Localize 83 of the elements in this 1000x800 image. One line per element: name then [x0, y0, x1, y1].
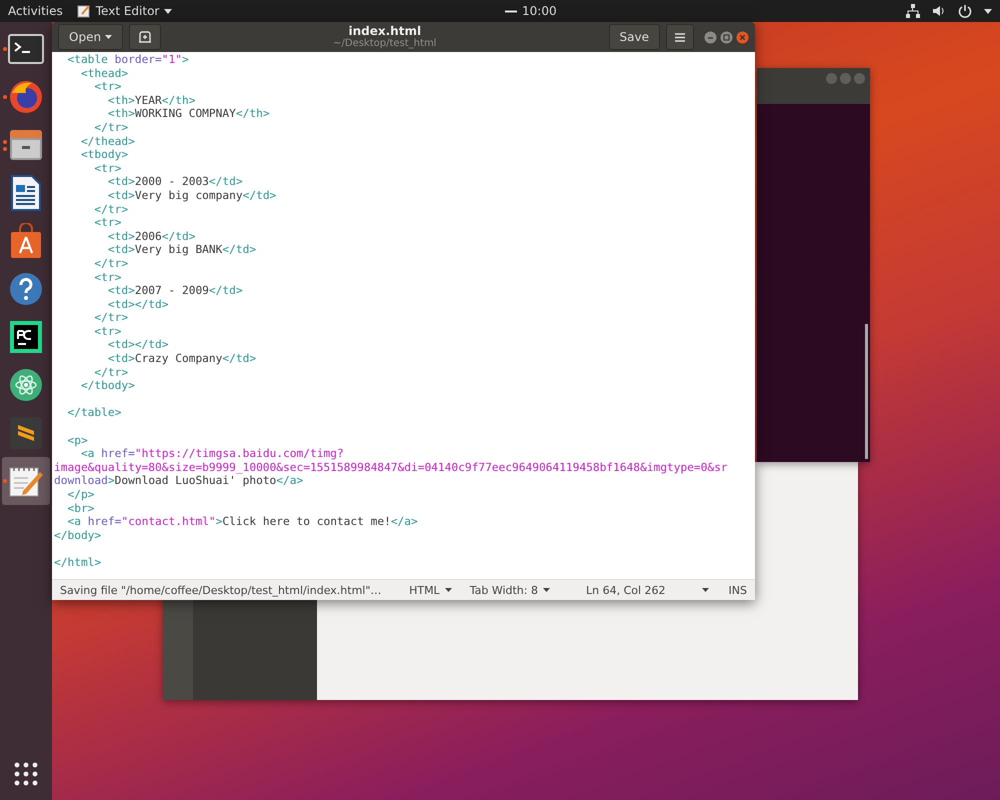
code-line: </tr> [93, 120, 128, 134]
tab-width-dropdown[interactable]: Tab Width: 8 [470, 584, 550, 596]
running-dot [3, 140, 7, 144]
code-line: <td>2007 - 2009</td> [106, 284, 243, 298]
new-tab-icon [138, 31, 152, 43]
code-line: <td>Very big BANK</td> [106, 243, 256, 256]
code-line: <td></td> [106, 338, 169, 352]
language-dropdown[interactable]: HTML [409, 584, 452, 596]
caret-icon [164, 8, 172, 14]
clock[interactable]: 10:00 [522, 4, 557, 18]
s-shape-icon [9, 416, 43, 450]
document-icon [11, 175, 41, 211]
code-line: <tr> [93, 216, 122, 230]
code-line: <th>WORKING COMPNAY</th> [106, 107, 270, 120]
insert-mode: INS [728, 584, 747, 596]
code-line: <th>YEAR</th> [106, 94, 196, 107]
code-line: <br> [66, 502, 94, 515]
scrollbar[interactable] [865, 324, 868, 459]
atom-icon [9, 368, 43, 402]
app-grid-icon[interactable] [14, 762, 38, 786]
cursor-position: Ln 64, Col 262 [586, 584, 666, 596]
code-line: </p> [66, 488, 94, 501]
terminal-icon [8, 34, 44, 64]
maximize-icon[interactable] [720, 30, 733, 44]
code-line: </tr> [93, 311, 128, 324]
network-icon[interactable] [906, 4, 920, 18]
window-title: index.html [348, 24, 422, 38]
menu-button[interactable] [666, 24, 694, 50]
menu-icon [675, 32, 685, 42]
code-line: <td>Very big company</td> [106, 188, 276, 202]
status-message: Saving file "/home/coffee/Desktop/test_html/index.html"… [60, 584, 382, 596]
power-icon[interactable] [958, 4, 972, 18]
shopping-bag-icon [9, 223, 43, 259]
minimize-icon[interactable] [704, 30, 717, 44]
window-subtitle: ~/Desktop/test_html [333, 38, 436, 50]
caret-icon [542, 588, 550, 592]
code-line: </tr> [93, 202, 128, 216]
running-dot [3, 146, 7, 150]
activities-button[interactable]: Activities [8, 4, 63, 18]
file-cabinet-icon [8, 128, 44, 162]
notepad-pencil-icon [8, 464, 44, 498]
code-line: <tbody> [80, 148, 128, 162]
code-line: </thead> [80, 134, 135, 148]
caret-icon[interactable] [984, 8, 992, 14]
globe-fox-icon [8, 79, 44, 115]
volume-icon[interactable] [932, 4, 946, 18]
code-line: image&quality=80&size=b9999_10000&sec=1551589984847&di=04140c9f77eec9649064119458bf1648&imgtype=0&sr [54, 460, 728, 474]
app-menu[interactable]: Text Editor [76, 4, 172, 18]
running-dot [3, 47, 7, 51]
new-tab-button[interactable] [129, 24, 162, 50]
code-line: <a href="https://timgsa.baidu.com/timg? [80, 447, 344, 460]
caret-icon [444, 588, 452, 592]
code-line: <td>Crazy Company</td> [106, 352, 256, 366]
notepad-icon [76, 4, 91, 18]
code-line: <td></td> [106, 298, 169, 311]
help-icon [9, 272, 43, 306]
code-line: </tr> [93, 366, 128, 379]
open-button[interactable]: Open [58, 24, 124, 50]
code-line: </html> [54, 556, 102, 569]
dock-item[interactable] [2, 457, 50, 505]
code-line: </table> [66, 406, 122, 420]
code-line: <thead> [80, 66, 128, 80]
caret-icon[interactable] [702, 588, 709, 592]
code-line: download>Download LuoShuai' photo</a> [54, 474, 304, 488]
code-line: <tr> [93, 324, 122, 338]
code-line: <td>2006</td> [106, 230, 196, 243]
code-line: </body> [54, 528, 102, 542]
code-line: <table border="1"> [66, 53, 189, 66]
running-dot [3, 479, 7, 483]
close-icon[interactable] [736, 30, 749, 44]
code-line: <tr> [93, 270, 122, 284]
code-line: <p> [66, 434, 88, 447]
caret-icon [105, 35, 112, 39]
ide-icon [9, 320, 43, 354]
code-line: </tbody> [80, 379, 135, 392]
code-line: <tr> [93, 80, 122, 94]
running-dot [3, 95, 7, 99]
code-line: </tr> [93, 256, 128, 270]
code-line: <a href="contact.html">Click here to contact me!</a> [66, 515, 418, 528]
save-button[interactable]: Save [608, 24, 660, 50]
code-line: <tr> [93, 162, 122, 175]
code-line: <td>2000 - 2003</td> [106, 175, 243, 188]
dash-icon [505, 10, 517, 12]
